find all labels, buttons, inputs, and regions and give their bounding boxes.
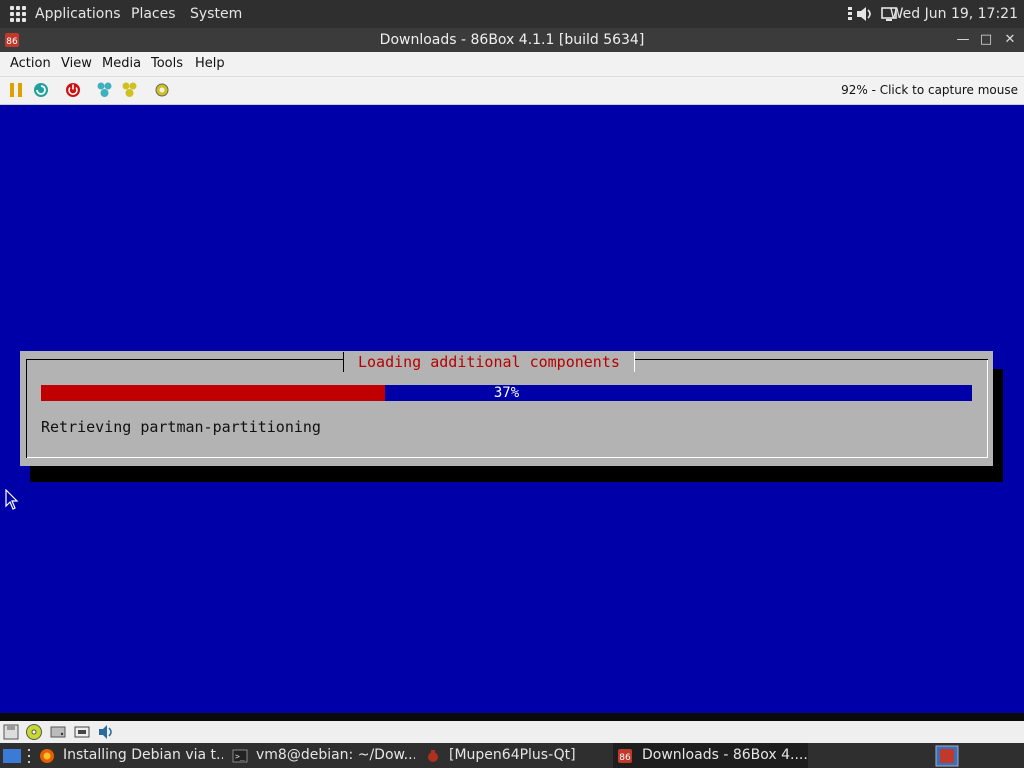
mouse-capture-status: 92% - Click to capture mouse — [841, 83, 1018, 97]
network-icon[interactable] — [845, 6, 855, 22]
taskbar-handle-icon[interactable] — [25, 748, 33, 764]
mouse-cursor-icon — [5, 489, 19, 510]
reset-icon[interactable] — [32, 81, 50, 99]
svg-text:86: 86 — [619, 753, 631, 763]
cdrom-icon[interactable] — [25, 723, 43, 741]
settings-icon[interactable] — [153, 81, 171, 99]
maximize-button[interactable]: □ — [977, 31, 995, 49]
menu-places[interactable]: Places — [131, 0, 176, 28]
dialog-title: Loading additional components — [343, 352, 635, 372]
minimize-button[interactable]: — — [954, 31, 972, 49]
menu-media[interactable]: Media — [102, 52, 141, 76]
toolbar: 92% - Click to capture mouse — [0, 77, 1024, 105]
menu-action[interactable]: Action — [10, 52, 51, 76]
window-titlebar[interactable]: 86 Downloads - 86Box 4.1.1 [build 5634] … — [0, 28, 1024, 52]
task-label: [Mupen64Plus-Qt] — [449, 747, 576, 763]
tray-86box-icon[interactable] — [935, 745, 959, 767]
ctrl-alt-del-icon[interactable] — [96, 81, 114, 99]
statusbar-icons — [0, 721, 1024, 743]
terminal-icon: >_ — [232, 749, 248, 763]
volume-icon[interactable] — [856, 6, 874, 22]
clock[interactable]: Wed Jun 19, 17:21 — [890, 0, 1018, 28]
task-label: Downloads - 86Box 4.... — [642, 747, 808, 763]
apps-grid-icon[interactable] — [10, 6, 26, 22]
emulator-statusbar — [0, 713, 1024, 743]
pause-icon[interactable] — [7, 81, 25, 99]
top-panel: Applications Places System Wed Jun 19, 1… — [0, 0, 1024, 28]
menu-help[interactable]: Help — [195, 52, 225, 76]
emulator-screen[interactable]: Loading additional components 37% Retrie… — [0, 105, 1024, 713]
menu-tools[interactable]: Tools — [151, 52, 183, 76]
svg-text:>_: >_ — [235, 752, 245, 761]
power-icon[interactable] — [64, 81, 82, 99]
window-title: Downloads - 86Box 4.1.1 [build 5634] — [379, 32, 645, 48]
progress-label: 37% — [493, 385, 520, 401]
floppy-icon[interactable] — [2, 723, 20, 741]
task-mupen[interactable]: [Mupen64Plus-Qt] — [423, 743, 608, 768]
hdd-icon[interactable] — [49, 723, 67, 741]
taskbar: Installing Debian via t... >_ vm8@debian… — [0, 743, 1024, 768]
menubar: Action View Media Tools Help — [0, 52, 1024, 77]
86box-icon: 86 — [618, 749, 632, 763]
status-message: Retrieving partman-partitioning — [41, 418, 321, 436]
sound-icon[interactable] — [97, 723, 115, 741]
task-label: Installing Debian via t... — [63, 747, 223, 763]
task-firefox[interactable]: Installing Debian via t... — [38, 743, 223, 768]
task-86box[interactable]: 86 Downloads - 86Box 4.... — [613, 743, 808, 768]
menu-applications[interactable]: Applications — [35, 0, 121, 28]
progress-bar: 37% — [41, 385, 972, 401]
menu-view[interactable]: View — [61, 52, 92, 76]
task-label: vm8@debian: ~/Dow... — [256, 747, 415, 763]
network-card-icon[interactable] — [73, 723, 91, 741]
mupen-icon — [428, 750, 438, 762]
show-desktop-icon[interactable] — [2, 747, 22, 765]
task-terminal[interactable]: >_ vm8@debian: ~/Dow... — [230, 743, 415, 768]
firefox-icon — [40, 749, 54, 763]
ctrl-alt-esc-icon[interactable] — [121, 81, 139, 99]
close-button[interactable]: ✕ — [1001, 31, 1019, 49]
dialog-frame-highlight — [27, 360, 988, 458]
menu-system[interactable]: System — [190, 0, 242, 28]
